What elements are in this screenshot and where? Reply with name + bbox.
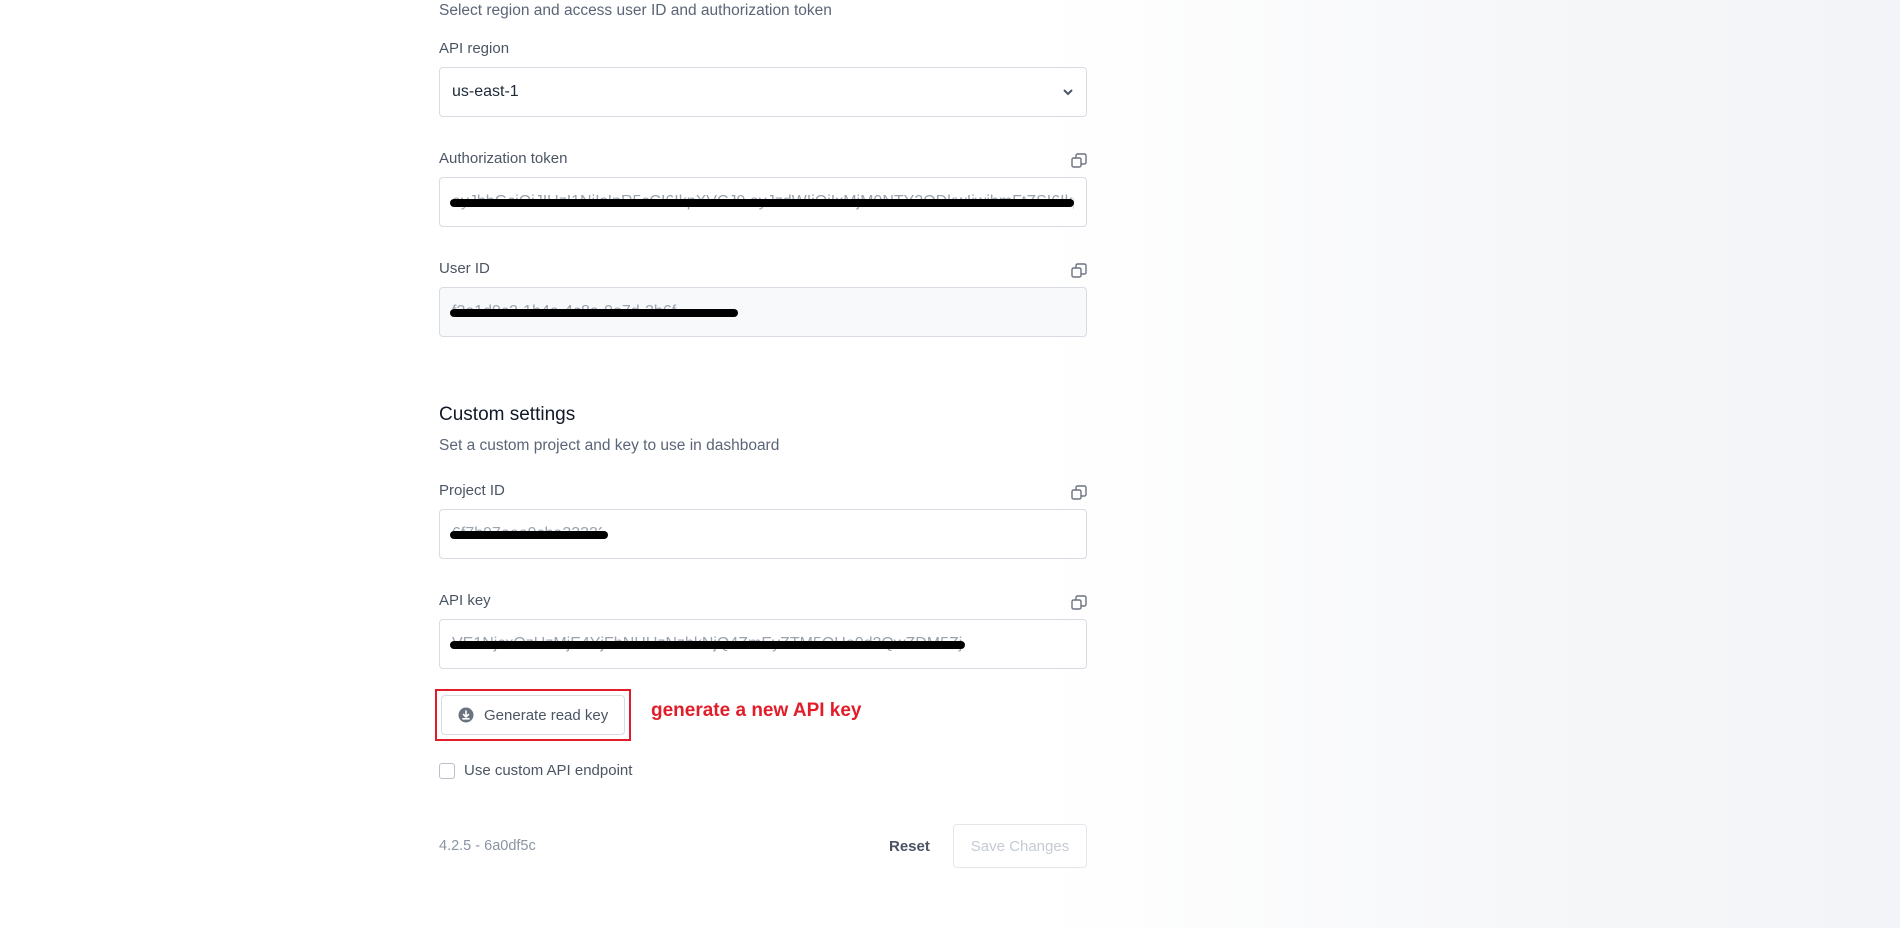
api-key-field[interactable]: VE1NjcxOzUzMjE4YjFhNHUzNzhkNjQ4ZmEyZTM5O…: [439, 619, 1087, 669]
user-id-field[interactable]: f3a1d9c2-1b4e-4c8a-9e7d-2b6f: [439, 287, 1087, 337]
copy-icon[interactable]: [1071, 595, 1087, 611]
download-circle-icon: [458, 707, 474, 723]
custom-settings-title: Custom settings: [439, 404, 576, 425]
region-subtitle: Select region and access user ID and aut…: [439, 2, 832, 19]
custom-settings-subtitle: Set a custom project and key to use in d…: [439, 437, 780, 454]
api-key-label: API key: [439, 592, 491, 609]
version-text: 4.2.5 - 6a0df5c: [439, 838, 536, 854]
api-region-label: API region: [439, 40, 510, 57]
copy-icon[interactable]: [1071, 153, 1087, 169]
api-region-value: us-east-1: [452, 83, 519, 100]
redaction-mark: [450, 199, 1074, 207]
project-id-field[interactable]: 6f7b97aee9cba3333376: [439, 509, 1087, 559]
save-changes-button[interactable]: Save Changes: [953, 824, 1087, 868]
authorization-token-label: Authorization token: [439, 150, 568, 167]
custom-endpoint-row[interactable]: Use custom API endpoint: [439, 762, 632, 779]
authorization-token-field[interactable]: eyJhbGciOiJIUzI1NiIsInR5cCI6IkpXVCJ9.eyJ…: [439, 177, 1087, 227]
copy-icon[interactable]: [1071, 485, 1087, 501]
copy-icon[interactable]: [1071, 263, 1087, 279]
custom-endpoint-label: Use custom API endpoint: [464, 762, 633, 779]
project-id-label: Project ID: [439, 482, 505, 499]
generate-read-key-button[interactable]: Generate read key: [441, 695, 625, 735]
reset-button[interactable]: Reset: [889, 838, 930, 855]
redaction-mark: [450, 531, 608, 539]
generate-read-key-label: Generate read key: [484, 706, 609, 724]
user-id-label: User ID: [439, 260, 490, 277]
redaction-mark: [450, 641, 965, 649]
annotation-highlight-box: Generate read key: [435, 689, 631, 741]
annotation-text: generate a new API key: [651, 700, 862, 721]
api-region-select[interactable]: us-east-1: [439, 67, 1087, 117]
redaction-mark: [450, 309, 738, 317]
chevron-down-icon: [1063, 89, 1073, 96]
custom-endpoint-checkbox[interactable]: [439, 762, 455, 779]
